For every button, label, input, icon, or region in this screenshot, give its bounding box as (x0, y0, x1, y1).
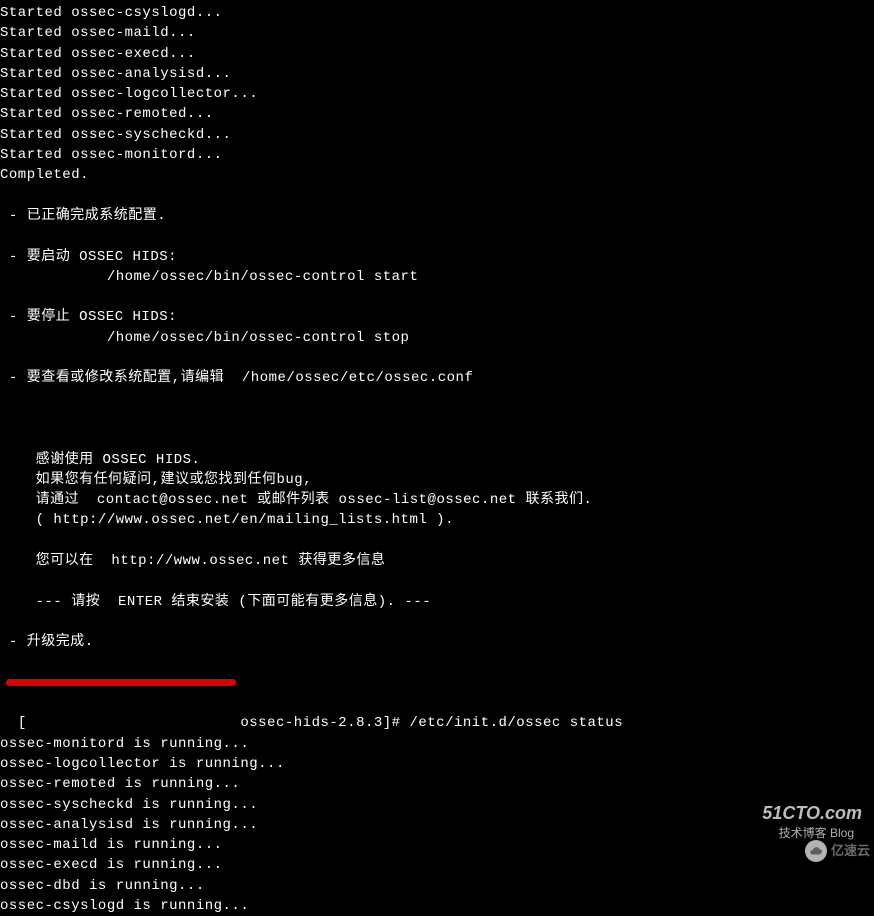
terminal-line (0, 429, 874, 449)
terminal-line: Started ossec-syscheckd... (0, 125, 874, 145)
terminal-line (0, 409, 874, 429)
terminal-line: Started ossec-monitord... (0, 145, 874, 165)
prompt-hidden-host: root@fql-hids-slave-105 (27, 715, 232, 731)
terminal-output: Started ossec-csyslogd...Started ossec-m… (0, 3, 874, 673)
terminal-line (0, 226, 874, 246)
terminal-line (0, 653, 874, 673)
terminal-line: - 要启动 OSSEC HIDS: (0, 247, 874, 267)
terminal-line (0, 348, 874, 368)
terminal-line: Started ossec-analysisd... (0, 64, 874, 84)
terminal-line: - 要查看或修改系统配置,请编辑 /home/ossec/etc/ossec.c… (0, 368, 874, 388)
terminal-line: Started ossec-execd... (0, 44, 874, 64)
status-line: ossec-analysisd is running... (0, 815, 874, 835)
terminal-line: - 已正确完成系统配置. (0, 206, 874, 226)
terminal-line: Completed. (0, 165, 874, 185)
status-line: ossec-logcollector is running... (0, 754, 874, 774)
terminal-line: --- 请按 ENTER 结束安装 (下面可能有更多信息). --- (0, 592, 874, 612)
terminal-line (0, 287, 874, 307)
watermark-51cto-main: 51CTO.com (762, 803, 862, 823)
terminal-line: 请通过 contact@ossec.net 或邮件列表 ossec-list@o… (0, 490, 874, 510)
shell-prompt-line[interactable]: [root@fql-hids-slave-105 ossec-hids-2.8.… (0, 673, 623, 734)
terminal-line: Started ossec-remoted... (0, 104, 874, 124)
status-line: ossec-remoted is running... (0, 774, 874, 794)
cloud-icon (805, 840, 827, 862)
watermark-51cto: 51CTO.com (762, 800, 862, 826)
watermark-yisu-text: 亿速云 (831, 842, 870, 861)
terminal-line: Started ossec-maild... (0, 23, 874, 43)
terminal-line: ( http://www.ossec.net/en/mailing_lists.… (0, 510, 874, 530)
prompt-open-bracket: [ (18, 715, 27, 731)
terminal-line: - 要停止 OSSEC HIDS: (0, 307, 874, 327)
terminal-line (0, 612, 874, 632)
terminal-line: /home/ossec/bin/ossec-control stop (0, 328, 874, 348)
terminal-line: Started ossec-csyslogd... (0, 3, 874, 23)
status-line: ossec-maild is running... (0, 835, 874, 855)
watermark-yisu: 亿速云 (805, 840, 870, 862)
terminal-line (0, 531, 874, 551)
prompt-command: ossec-hids-2.8.3]# /etc/init.d/ossec sta… (231, 715, 623, 731)
status-line: ossec-syscheckd is running... (0, 795, 874, 815)
terminal-line (0, 571, 874, 591)
terminal-line: 您可以在 http://www.ossec.net 获得更多信息 (0, 551, 874, 571)
redaction-mark (6, 679, 236, 686)
terminal-line: - 升级完成. (0, 632, 874, 652)
terminal-line: Started ossec-logcollector... (0, 84, 874, 104)
status-line: ossec-csyslogd is running... (0, 896, 874, 916)
terminal-line (0, 389, 874, 409)
terminal-line: /home/ossec/bin/ossec-control start (0, 267, 874, 287)
terminal-line (0, 186, 874, 206)
terminal-line: 感谢使用 OSSEC HIDS. (0, 450, 874, 470)
status-line: ossec-monitord is running... (0, 734, 874, 754)
terminal-line: 如果您有任何疑问,建议或您找到任何bug, (0, 470, 874, 490)
status-line: ossec-dbd is running... (0, 876, 874, 896)
status-output: ossec-monitord is running...ossec-logcol… (0, 734, 874, 916)
